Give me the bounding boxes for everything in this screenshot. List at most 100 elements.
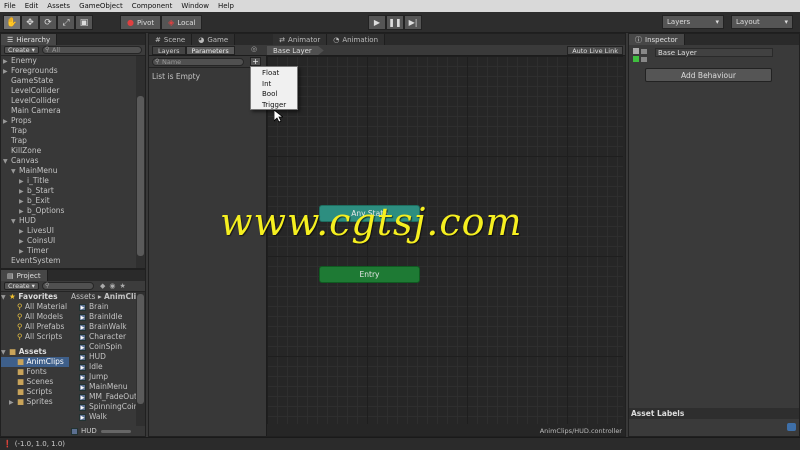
asset-folder[interactable]: ■ Scripts bbox=[1, 387, 69, 397]
add-behaviour-button[interactable]: Add Behaviour bbox=[645, 68, 772, 82]
hierarchy-item[interactable]: LevelCollider bbox=[1, 96, 135, 106]
project-search-input[interactable] bbox=[41, 282, 94, 290]
breadcrumb-root[interactable]: Assets bbox=[71, 292, 95, 301]
hierarchy-search-input[interactable]: All bbox=[41, 46, 142, 54]
hierarchy-item[interactable]: ▼ Canvas bbox=[1, 156, 135, 166]
project-scroll-thumb[interactable] bbox=[137, 294, 144, 404]
anim-clip-item[interactable]: ▶ SpinningCoin_C bbox=[71, 402, 145, 412]
hierarchy-item[interactable]: ▶ Timer bbox=[1, 246, 135, 256]
hierarchy-item[interactable]: ▶ b_Start bbox=[1, 186, 135, 196]
icon-size-slider[interactable] bbox=[100, 429, 131, 433]
collapsed-arrow-icon[interactable]: ▶ bbox=[9, 398, 17, 408]
menu-item-gameobject[interactable]: GameObject bbox=[79, 2, 123, 10]
hierarchy-item[interactable]: ▼ HUD bbox=[1, 216, 135, 226]
project-create-button[interactable]: Create ▾ bbox=[4, 282, 39, 290]
tab-animation[interactable]: ◔ Animation bbox=[327, 34, 386, 45]
anim-clip-item[interactable]: ▶ Brain bbox=[71, 302, 145, 312]
parameters-tab[interactable]: Parameters bbox=[185, 46, 235, 55]
layers-tab[interactable]: Layers bbox=[152, 46, 186, 55]
hierarchy-item[interactable]: ▶ i_Title bbox=[1, 176, 135, 186]
anim-clip-item[interactable]: ▶ CoinSpin bbox=[71, 342, 145, 352]
play-button[interactable]: ▶ bbox=[368, 15, 386, 30]
tab-hierarchy[interactable]: ☰ Hierarchy bbox=[1, 34, 58, 45]
hierarchy-item[interactable]: ▶ Enemy bbox=[1, 56, 135, 66]
favorites-header[interactable]: ▼ ★ Favorites bbox=[1, 292, 69, 302]
move-tool-button[interactable]: ✥ bbox=[21, 15, 39, 30]
pivot-button[interactable]: ● Pivot bbox=[120, 15, 162, 30]
tab-animator[interactable]: ⇄ Animator bbox=[273, 34, 328, 45]
filter-icon[interactable]: ◆ bbox=[100, 282, 105, 290]
step-button[interactable]: ▶| bbox=[404, 15, 422, 30]
asset-folder[interactable]: ▶ ■ Sprites bbox=[1, 397, 69, 407]
hierarchy-item[interactable]: ▶ CoinsUI bbox=[1, 236, 135, 246]
auto-live-link-button[interactable]: Auto Live Link bbox=[567, 46, 623, 55]
parameter-type-bool[interactable]: Bool bbox=[251, 89, 297, 100]
menu-item-assets[interactable]: Assets bbox=[47, 2, 70, 10]
expanded-arrow-icon[interactable]: ▼ bbox=[11, 217, 19, 227]
hierarchy-item[interactable]: Main Camera bbox=[1, 106, 135, 116]
favorite-item[interactable]: ⚲ All Prefabs bbox=[1, 322, 69, 332]
anim-clip-item[interactable]: ▶ HUD bbox=[71, 352, 145, 362]
hierarchy-item[interactable]: Trap bbox=[1, 136, 135, 146]
parameter-type-trigger[interactable]: Trigger bbox=[251, 100, 297, 111]
anim-clip-item[interactable]: ▶ MainMenu bbox=[71, 382, 145, 392]
rotate-tool-button[interactable]: ⟳ bbox=[39, 15, 57, 30]
hierarchy-scroll-thumb[interactable] bbox=[137, 96, 144, 256]
pause-button[interactable]: ❚❚ bbox=[386, 15, 404, 30]
favorite-item[interactable]: ⚲ All Models bbox=[1, 312, 69, 322]
anim-clip-item[interactable]: ▶ Character bbox=[71, 332, 145, 342]
favorite-item[interactable]: ⚲ All Material bbox=[1, 302, 69, 312]
tab-inspector[interactable]: ⓘ Inspector bbox=[629, 34, 685, 45]
anim-clip-item[interactable]: ▶ BrainWalk bbox=[71, 322, 145, 332]
local-button[interactable]: ◈ Local bbox=[161, 15, 203, 30]
layers-dropdown[interactable]: Layers ▾ bbox=[662, 15, 724, 29]
hierarchy-item[interactable]: ▶ Foregrounds bbox=[1, 66, 135, 76]
parameter-type-int[interactable]: Int bbox=[251, 79, 297, 90]
menu-item-window[interactable]: Window bbox=[181, 2, 209, 10]
layout-dropdown[interactable]: Layout ▾ bbox=[731, 15, 793, 29]
hierarchy-item[interactable]: KillZone bbox=[1, 146, 135, 156]
tab-game[interactable]: ◕ Game bbox=[192, 34, 236, 45]
asset-folder[interactable]: ■ Scenes bbox=[1, 377, 69, 387]
hierarchy-item[interactable]: ▼ MainMenu bbox=[1, 166, 135, 176]
assets-header[interactable]: ▼ ■ Assets bbox=[1, 347, 69, 357]
project-scrollbar[interactable] bbox=[136, 292, 145, 426]
anim-clip-item[interactable]: ▶ BrainIdle bbox=[71, 312, 145, 322]
layer-name-field[interactable]: Base Layer bbox=[655, 48, 773, 57]
menu-item-file[interactable]: File bbox=[4, 2, 16, 10]
anim-clip-item[interactable]: ▶ Idle bbox=[71, 362, 145, 372]
anim-clip-item[interactable]: ▶ Jump bbox=[71, 372, 145, 382]
anim-clip-item[interactable]: ▶ Walk bbox=[71, 412, 145, 422]
add-parameter-button[interactable]: + bbox=[250, 57, 261, 66]
anim-clip-item[interactable]: ▶ MM_FadeOut bbox=[71, 392, 145, 402]
hierarchy-scrollbar[interactable] bbox=[136, 56, 145, 268]
eye-icon[interactable]: ◎ bbox=[251, 45, 257, 53]
star-filter-icon[interactable]: ★ bbox=[119, 282, 125, 290]
rect-tool-button[interactable]: ▣ bbox=[75, 15, 93, 30]
hierarchy-item[interactable]: Trap bbox=[1, 126, 135, 136]
parameter-type-float[interactable]: Float bbox=[251, 68, 297, 79]
tab-scene[interactable]: # Scene bbox=[149, 34, 193, 45]
hierarchy-item[interactable]: ▶ Props bbox=[1, 116, 135, 126]
label-icon[interactable]: ◉ bbox=[109, 282, 115, 290]
hierarchy-item[interactable]: ▶ b_Exit bbox=[1, 196, 135, 206]
hierarchy-item[interactable]: ▶ LivesUI bbox=[1, 226, 135, 236]
menu-item-help[interactable]: Help bbox=[218, 2, 234, 10]
hierarchy-item[interactable]: LevelCollider bbox=[1, 86, 135, 96]
expanded-arrow-icon[interactable]: ▼ bbox=[3, 157, 11, 167]
hierarchy-create-button[interactable]: Create ▾ bbox=[4, 46, 39, 54]
menu-item-component[interactable]: Component bbox=[132, 2, 173, 10]
favorite-item[interactable]: ⚲ All Scripts bbox=[1, 332, 69, 342]
hierarchy-item[interactable]: ▶ b_Options bbox=[1, 206, 135, 216]
asset-label-icon[interactable] bbox=[787, 423, 796, 431]
asset-folder[interactable]: ■ AnimClips bbox=[1, 357, 69, 367]
entry-node[interactable]: Entry bbox=[319, 266, 420, 283]
expanded-arrow-icon[interactable]: ▼ bbox=[11, 167, 19, 177]
tab-project[interactable]: ▤ Project bbox=[1, 270, 48, 281]
hierarchy-item[interactable]: EventSystem bbox=[1, 256, 135, 266]
layer-breadcrumb[interactable]: Base Layer bbox=[267, 46, 324, 55]
scale-tool-button[interactable]: ⤢ bbox=[57, 15, 75, 30]
hierarchy-item[interactable]: GameState bbox=[1, 76, 135, 86]
parameters-search-input[interactable]: Name bbox=[152, 57, 244, 66]
hand-tool-button[interactable]: ✋ bbox=[3, 15, 21, 30]
